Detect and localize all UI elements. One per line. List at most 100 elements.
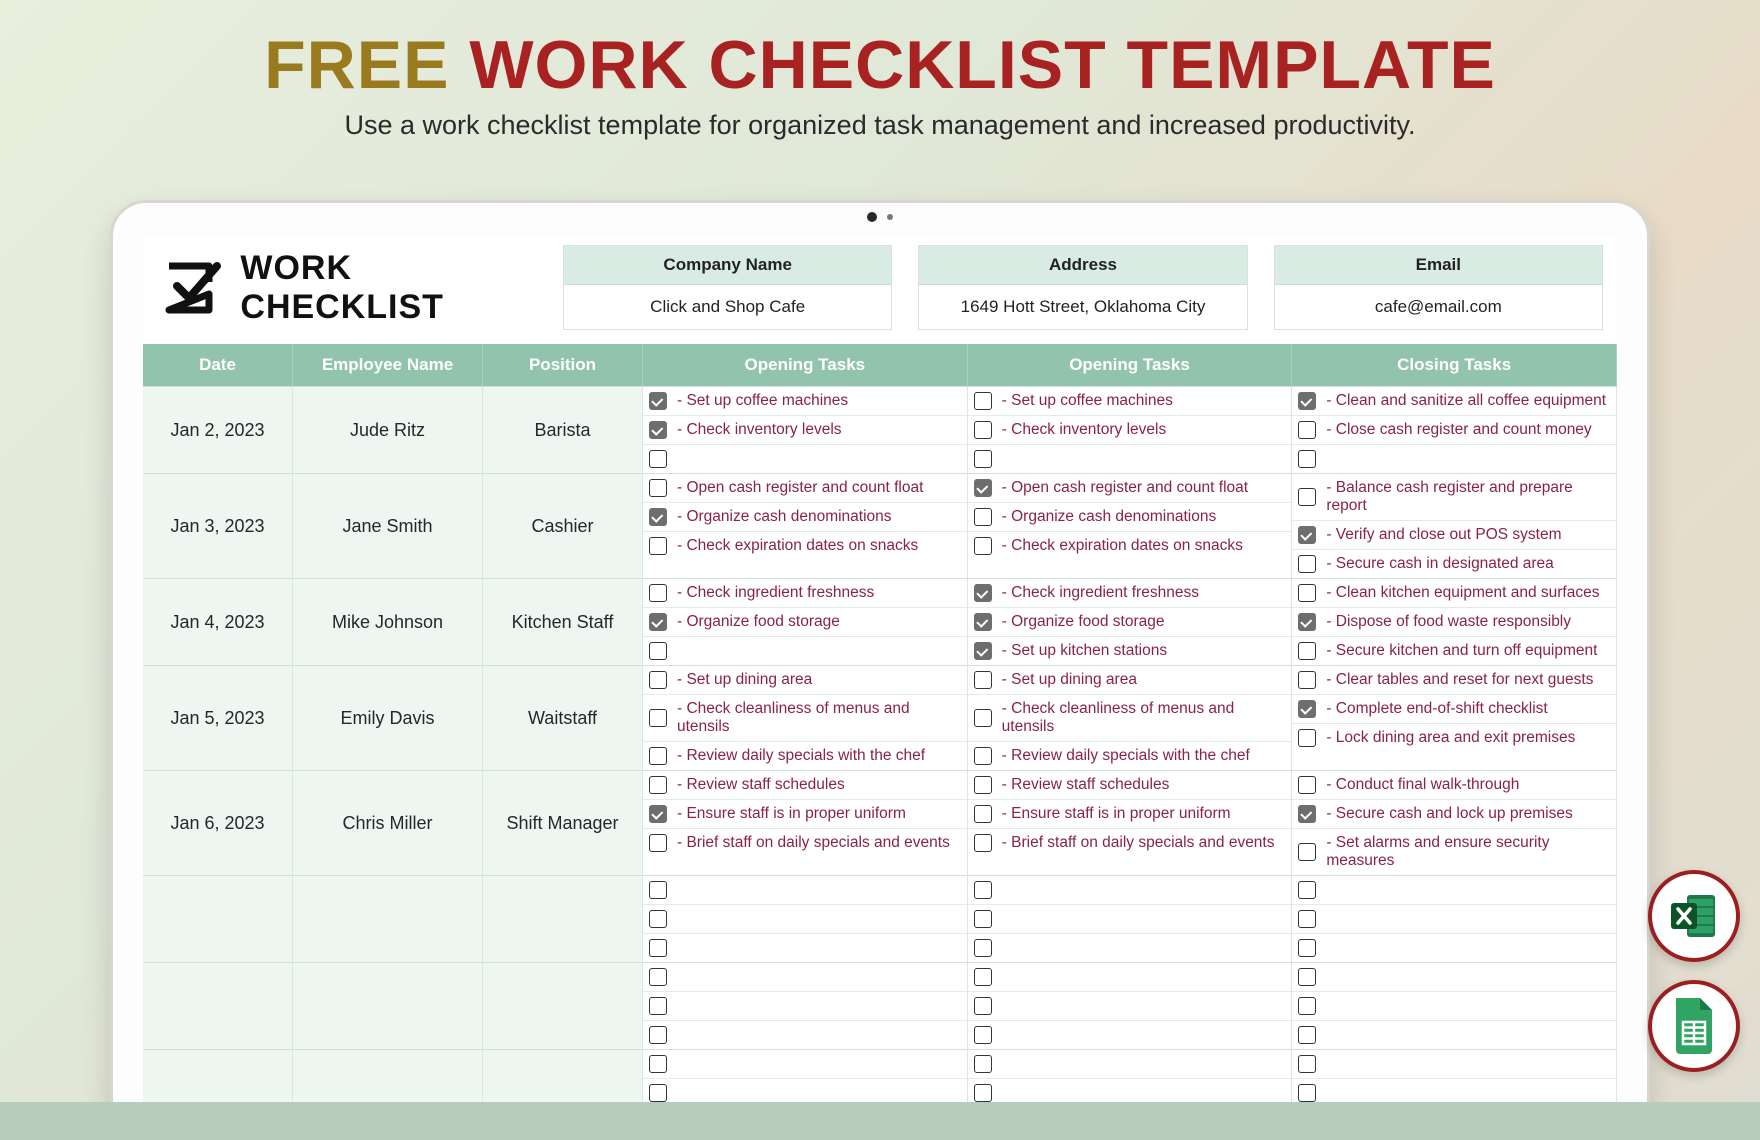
checkbox-icon[interactable] xyxy=(649,584,667,602)
task-line: - Organize food storage xyxy=(643,608,967,637)
checkbox-icon[interactable] xyxy=(649,997,667,1015)
opening1-cell xyxy=(643,963,968,1050)
checkbox-icon[interactable] xyxy=(649,479,667,497)
task-line xyxy=(968,876,1292,905)
google-sheets-icon xyxy=(1670,996,1718,1056)
checkbox-icon[interactable] xyxy=(1298,700,1316,718)
task-line: - Review staff schedules xyxy=(643,771,967,800)
checkbox-icon[interactable] xyxy=(974,709,992,727)
checkbox-icon[interactable] xyxy=(649,747,667,765)
excel-icon xyxy=(1667,889,1721,943)
checkbox-icon[interactable] xyxy=(974,584,992,602)
checkbox-icon[interactable] xyxy=(974,776,992,794)
task-line: - Open cash register and count float xyxy=(968,474,1292,503)
checkbox-icon[interactable] xyxy=(1298,421,1316,439)
checkbox-icon[interactable] xyxy=(974,997,992,1015)
checkbox-icon[interactable] xyxy=(1298,613,1316,631)
checkbox-icon[interactable] xyxy=(1298,968,1316,986)
task-line: - Close cash register and count money xyxy=(1292,416,1616,445)
checkbox-icon[interactable] xyxy=(649,537,667,555)
task-line: - Secure cash in designated area xyxy=(1292,550,1616,578)
checkbox-icon[interactable] xyxy=(649,613,667,631)
checkbox-icon[interactable] xyxy=(974,613,992,631)
task-line xyxy=(968,934,1292,962)
meta-address-label: Address xyxy=(919,246,1246,285)
checkbox-icon[interactable] xyxy=(974,747,992,765)
checkbox-icon[interactable] xyxy=(1298,997,1316,1015)
opening2-cell: - Set up dining area- Check cleanliness … xyxy=(968,666,1293,771)
checkbox-icon[interactable] xyxy=(1298,392,1316,410)
checkbox-icon[interactable] xyxy=(974,537,992,555)
task-text: - Secure cash and lock up premises xyxy=(1326,805,1572,823)
checkbox-icon[interactable] xyxy=(649,709,667,727)
checkbox-icon[interactable] xyxy=(649,968,667,986)
checkbox-icon[interactable] xyxy=(649,805,667,823)
checkbox-icon[interactable] xyxy=(649,1055,667,1073)
checkbox-icon[interactable] xyxy=(974,968,992,986)
checkbox-icon[interactable] xyxy=(974,508,992,526)
task-text: - Check cleanliness of menus and utensil… xyxy=(1002,700,1284,736)
checkbox-icon[interactable] xyxy=(649,392,667,410)
checkbox-icon[interactable] xyxy=(974,805,992,823)
checkbox-icon[interactable] xyxy=(1298,526,1316,544)
checkbox-icon[interactable] xyxy=(649,421,667,439)
checkbox-icon[interactable] xyxy=(974,479,992,497)
meta-email-value: cafe@email.com xyxy=(1275,285,1602,329)
checkbox-icon[interactable] xyxy=(1298,555,1316,573)
checkbox-icon[interactable] xyxy=(649,1026,667,1044)
checkbox-icon[interactable] xyxy=(974,671,992,689)
task-text: - Organize cash denominations xyxy=(1002,508,1217,526)
checkbox-icon[interactable] xyxy=(1298,805,1316,823)
task-line: - Dispose of food waste responsibly xyxy=(1292,608,1616,637)
checkbox-icon[interactable] xyxy=(1298,843,1316,861)
checkbox-icon[interactable] xyxy=(974,834,992,852)
sheets-badge[interactable] xyxy=(1648,980,1740,1072)
checkbox-icon[interactable] xyxy=(974,1084,992,1102)
checkbox-icon[interactable] xyxy=(1298,881,1316,899)
task-line: - Secure kitchen and turn off equipment xyxy=(1292,637,1616,665)
checkbox-icon[interactable] xyxy=(974,392,992,410)
checkbox-icon[interactable] xyxy=(974,1055,992,1073)
checkbox-icon[interactable] xyxy=(974,881,992,899)
col-closing: Closing Tasks xyxy=(1292,344,1617,387)
checkbox-icon[interactable] xyxy=(649,939,667,957)
checkbox-icon[interactable] xyxy=(649,834,667,852)
excel-badge[interactable] xyxy=(1648,870,1740,962)
task-line: - Review daily specials with the chef xyxy=(968,742,1292,770)
checkbox-icon[interactable] xyxy=(974,421,992,439)
checkbox-icon[interactable] xyxy=(649,671,667,689)
checkbox-icon[interactable] xyxy=(1298,488,1316,506)
checkbox-icon[interactable] xyxy=(649,450,667,468)
checkbox-icon[interactable] xyxy=(1298,642,1316,660)
title-word-free: FREE xyxy=(264,27,449,103)
task-line xyxy=(643,934,967,962)
checkbox-icon[interactable] xyxy=(1298,1084,1316,1102)
checkbox-icon[interactable] xyxy=(1298,729,1316,747)
checkbox-icon[interactable] xyxy=(1298,584,1316,602)
checkbox-icon[interactable] xyxy=(649,508,667,526)
date-cell xyxy=(143,963,293,1050)
task-text: - Lock dining area and exit premises xyxy=(1326,729,1575,747)
checkbox-icon[interactable] xyxy=(649,642,667,660)
checkbox-icon[interactable] xyxy=(649,910,667,928)
checkbox-icon[interactable] xyxy=(649,881,667,899)
checkbox-icon[interactable] xyxy=(1298,671,1316,689)
checkbox-icon[interactable] xyxy=(1298,776,1316,794)
checkbox-icon[interactable] xyxy=(1298,450,1316,468)
checkbox-icon[interactable] xyxy=(974,939,992,957)
checkbox-icon[interactable] xyxy=(1298,939,1316,957)
checkbox-icon[interactable] xyxy=(1298,910,1316,928)
checkbox-icon[interactable] xyxy=(974,1026,992,1044)
checkbox-icon[interactable] xyxy=(974,910,992,928)
task-line xyxy=(968,963,1292,992)
task-line: - Check expiration dates on snacks xyxy=(643,532,967,560)
checkbox-icon[interactable] xyxy=(974,642,992,660)
checkbox-icon[interactable] xyxy=(649,776,667,794)
employee-cell xyxy=(293,876,483,963)
checkbox-icon[interactable] xyxy=(974,450,992,468)
checkbox-icon[interactable] xyxy=(1298,1026,1316,1044)
checkbox-icon[interactable] xyxy=(1298,1055,1316,1073)
task-text: - Check expiration dates on snacks xyxy=(1002,537,1243,555)
checkbox-icon[interactable] xyxy=(649,1084,667,1102)
task-text: - Organize food storage xyxy=(677,613,840,631)
